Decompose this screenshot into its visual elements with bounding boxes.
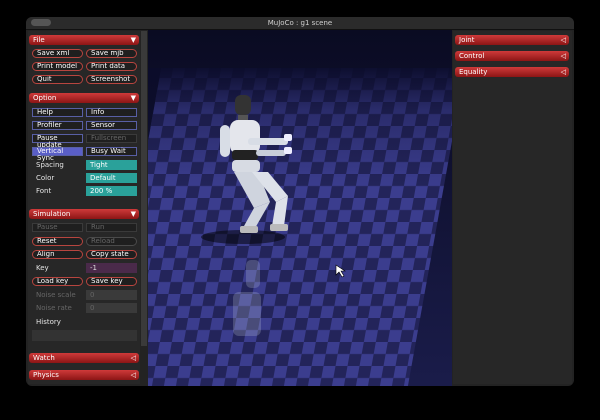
load-key-button[interactable]: Load key — [32, 277, 83, 286]
profiler-toggle[interactable]: Profiler — [32, 121, 83, 130]
collapsed-icon: ◁ — [130, 371, 136, 379]
color-label: Color — [36, 174, 55, 182]
expanded-icon: ▼ — [130, 210, 136, 218]
option-section-header[interactable]: Option ▼ — [29, 93, 139, 103]
spacing-select[interactable]: Tight — [86, 160, 137, 170]
noise-rate-label: Noise rate — [36, 304, 72, 312]
history-label: History — [36, 318, 61, 326]
copy-state-button[interactable]: Copy state — [86, 250, 137, 259]
noise-scale-input[interactable]: 0 — [86, 290, 137, 300]
checker-floor — [148, 68, 452, 386]
collapsed-icon: ◁ — [560, 36, 566, 44]
expanded-icon: ▼ — [130, 36, 136, 44]
color-select[interactable]: Default — [86, 173, 137, 183]
file-header-label: File — [33, 36, 45, 44]
sensor-toggle[interactable]: Sensor — [86, 121, 137, 130]
scene-viewport[interactable] — [148, 30, 452, 386]
font-label: Font — [36, 187, 52, 195]
collapsed-icon: ◁ — [560, 52, 566, 60]
scene-render — [148, 30, 452, 386]
quit-button[interactable]: Quit — [32, 75, 83, 84]
collapsed-icon: ◁ — [560, 68, 566, 76]
screenshot-button[interactable]: Screenshot — [86, 75, 137, 84]
font-select[interactable]: 200 % — [86, 186, 137, 196]
reset-button[interactable]: Reset — [32, 237, 83, 246]
pause-update-toggle[interactable]: Pause update — [32, 134, 83, 149]
busy-wait-toggle[interactable]: Busy Wait — [86, 147, 137, 156]
left-panel: File ▼ Save xml Save mjb Print model Pri… — [28, 31, 140, 384]
control-header-label: Control — [459, 52, 485, 60]
collapsed-icon: ◁ — [130, 354, 136, 362]
equality-header-label: Equality — [459, 68, 488, 76]
info-toggle[interactable]: Info — [86, 108, 137, 117]
key-input[interactable]: -1 — [86, 263, 137, 273]
run-radio[interactable]: Run — [86, 223, 137, 232]
pause-radio[interactable]: Pause — [32, 223, 83, 232]
right-panel: Joint ◁ Control ◁ Equality ◁ — [453, 31, 572, 384]
align-button[interactable]: Align — [32, 250, 83, 259]
reload-button[interactable]: Reload — [86, 237, 137, 246]
spacing-label: Spacing — [36, 161, 64, 169]
window-title: MuJoCo : g1 scene — [267, 19, 333, 27]
simulation-header-label: Simulation — [33, 210, 71, 218]
simulation-section-header[interactable]: Simulation ▼ — [29, 209, 139, 219]
physics-section-header[interactable]: Physics ◁ — [29, 370, 139, 380]
fullscreen-toggle[interactable]: Fullscreen — [86, 134, 137, 143]
vertical-sync-toggle[interactable]: Vertical Sync — [32, 147, 83, 162]
history-slider[interactable] — [32, 330, 137, 341]
print-data-button[interactable]: Print data — [86, 62, 137, 71]
file-section-header[interactable]: File ▼ — [29, 35, 139, 45]
key-label: Key — [36, 264, 49, 272]
control-section-header[interactable]: Control ◁ — [455, 51, 569, 61]
joint-section-header[interactable]: Joint ◁ — [455, 35, 569, 45]
option-header-label: Option — [33, 94, 57, 102]
noise-rate-input[interactable]: 0 — [86, 303, 137, 313]
left-panel-scrollbar[interactable] — [141, 31, 147, 346]
watch-section-header[interactable]: Watch ◁ — [29, 353, 139, 363]
title-bar: MuJoCo : g1 scene — [26, 17, 574, 30]
window-controls[interactable] — [31, 19, 51, 26]
help-toggle[interactable]: Help — [32, 108, 83, 117]
physics-header-label: Physics — [33, 371, 59, 379]
print-model-button[interactable]: Print model — [32, 62, 83, 71]
save-key-button[interactable]: Save key — [86, 277, 137, 286]
noise-scale-label: Noise scale — [36, 291, 76, 299]
watch-header-label: Watch — [33, 354, 55, 362]
app-window: MuJoCo : g1 scene File ▼ Save xml Save m… — [26, 17, 574, 386]
save-xml-button[interactable]: Save xml — [32, 49, 83, 58]
expanded-icon: ▼ — [130, 94, 136, 102]
equality-section-header[interactable]: Equality ◁ — [455, 67, 569, 77]
save-mjb-button[interactable]: Save mjb — [86, 49, 137, 58]
joint-header-label: Joint — [459, 36, 475, 44]
